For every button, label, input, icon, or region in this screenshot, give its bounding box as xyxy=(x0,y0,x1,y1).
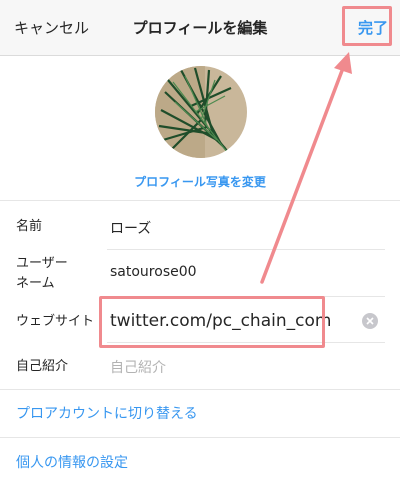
done-highlight-box xyxy=(342,6,392,46)
divider xyxy=(0,389,400,390)
website-label: ウェブサイト xyxy=(16,314,95,329)
username-label-line2: ネーム xyxy=(16,276,55,291)
page-title: プロフィールを編集 xyxy=(132,19,268,37)
website-highlight-box xyxy=(99,296,325,348)
bio-label: 自己紹介 xyxy=(16,359,69,374)
name-label: 名前 xyxy=(16,219,43,234)
change-profile-photo-link[interactable]: プロフィール写真を変更 xyxy=(0,173,400,190)
divider xyxy=(0,200,400,201)
clear-circle-icon[interactable] xyxy=(362,313,378,329)
username-field[interactable]: satourose00 xyxy=(110,264,197,280)
avatar[interactable] xyxy=(155,66,247,158)
switch-to-pro-account-link[interactable]: プロアカウントに切り替える xyxy=(16,403,198,423)
divider xyxy=(0,437,400,438)
username-label-line1: ユーザー xyxy=(16,256,68,271)
bio-field[interactable]: 自己紹介 xyxy=(110,357,166,377)
personal-info-settings-link[interactable]: 個人の情報の設定 xyxy=(16,452,128,472)
navigation-bar: キャンセル プロフィールを編集 完了 xyxy=(0,0,400,56)
divider xyxy=(107,249,385,250)
name-field[interactable]: ローズ xyxy=(110,218,151,238)
